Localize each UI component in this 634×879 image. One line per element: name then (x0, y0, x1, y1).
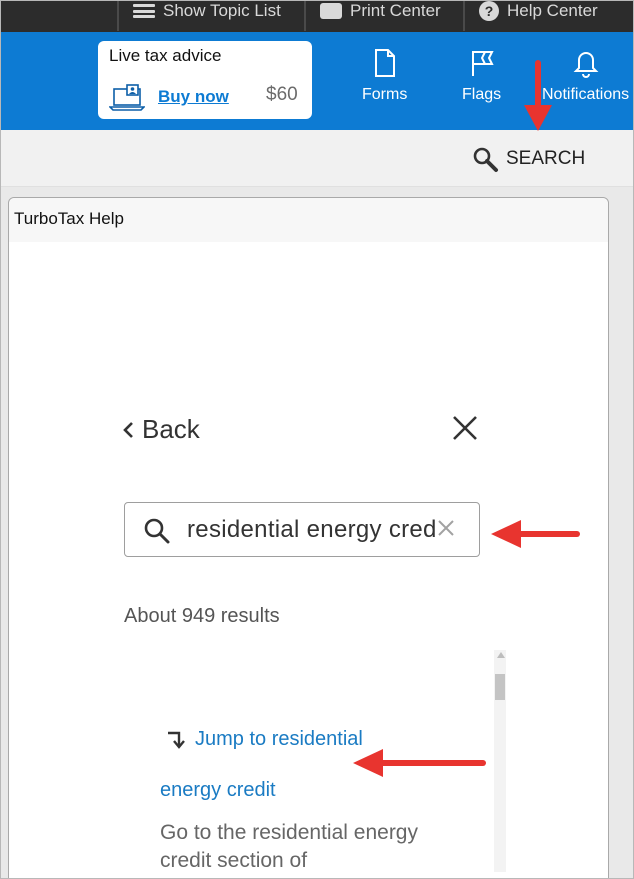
advice-price: $60 (266, 84, 298, 105)
bell-icon (573, 52, 598, 78)
forms-icon (374, 49, 395, 77)
chevron-left-icon (123, 421, 133, 438)
buy-now-link[interactable]: Buy now (158, 87, 229, 107)
result-snippet: Go to the residential energy credit sect… (160, 821, 418, 872)
annotation-arrow-left (491, 520, 580, 548)
notifications-label: Notifications (542, 86, 630, 103)
top-menu-bar: Show Topic List Print Center ? Help Cent… (1, 1, 633, 32)
annotation-arrow-left (353, 749, 486, 777)
search-icon (144, 518, 170, 544)
live-tax-advice-card: Live tax advice Buy now $60 (98, 41, 312, 119)
laptop-advisor-icon (109, 84, 145, 111)
help-search-field[interactable]: residential energy cred (124, 502, 480, 557)
back-label: Back (142, 414, 200, 444)
forms-label: Forms (362, 86, 408, 103)
advice-title: Live tax advice (109, 46, 222, 65)
flag-icon (471, 51, 494, 76)
app-window: Show Topic List Print Center ? Help Cent… (0, 0, 634, 879)
help-center-button[interactable]: ? Help Center (463, 1, 633, 31)
help-window-body: Back residential energy cred About 949 r… (9, 242, 608, 878)
jump-to-link[interactable]: Jump to residential (165, 728, 363, 751)
print-icon (320, 3, 342, 19)
help-center-label: Help Center (507, 1, 598, 20)
search-strip: SEARCH (1, 130, 633, 187)
results-count: About 949 results (124, 605, 280, 627)
annotation-arrow-down (524, 60, 552, 131)
scrollbar-thumb[interactable] (495, 674, 505, 700)
search-button-label: SEARCH (506, 148, 586, 169)
help-search-value: residential energy cred (187, 516, 437, 543)
scroll-up-arrow-icon[interactable] (497, 652, 505, 658)
search-icon (473, 147, 498, 172)
help-icon: ? (479, 1, 499, 21)
show-topic-list-button[interactable]: Show Topic List (117, 1, 305, 31)
clear-icon[interactable] (437, 519, 455, 537)
close-icon[interactable] (452, 415, 478, 441)
help-window-title: TurboTax Help (14, 209, 124, 228)
flags-label: Flags (462, 86, 502, 103)
search-button[interactable]: SEARCH (471, 145, 585, 173)
list-icon (133, 4, 155, 18)
forms-button[interactable]: Forms (362, 48, 407, 104)
show-topic-list-label: Show Topic List (163, 1, 281, 20)
back-button[interactable]: Back (122, 414, 200, 445)
jump-arrow-icon (168, 731, 185, 749)
jump-to-label: Jump to residential (195, 728, 363, 750)
help-window-tab[interactable]: TurboTax Help (9, 198, 608, 243)
flags-button[interactable]: Flags (462, 48, 501, 104)
print-center-label: Print Center (350, 1, 441, 20)
notifications-button[interactable]: Notifications (542, 48, 629, 104)
result-title-link[interactable]: energy credit (160, 779, 276, 802)
print-center-button[interactable]: Print Center (304, 1, 464, 31)
